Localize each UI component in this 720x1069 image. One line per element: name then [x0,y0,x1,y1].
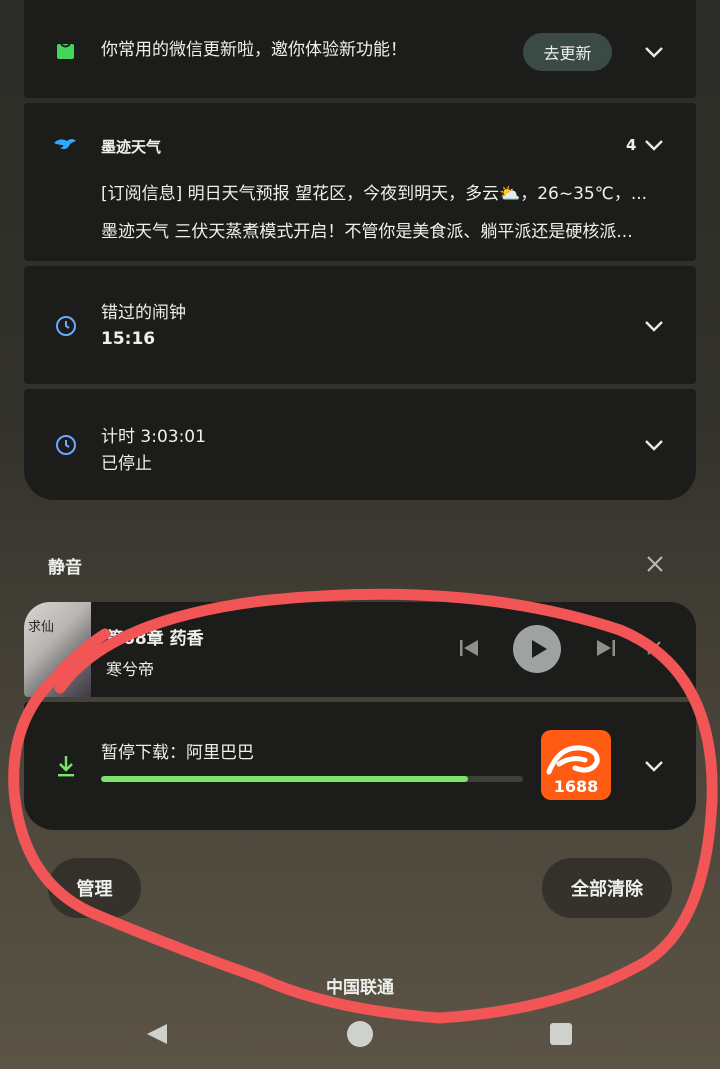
clear-all-button[interactable]: 全部清除 [542,858,672,918]
alarm-title: 错过的闹钟 [101,303,186,323]
manage-button[interactable]: 管理 [48,858,141,918]
alarm-time: 15:16 [101,329,156,349]
media-artist: 寒兮帝 [106,660,155,679]
play-icon [532,640,547,658]
recents-icon[interactable] [550,1023,572,1045]
media-title: 第68章 药香 [106,629,204,649]
previous-icon[interactable] [458,626,480,674]
next-icon[interactable] [595,626,617,674]
home-icon[interactable] [347,1021,373,1047]
notification-count: 4 [626,136,637,154]
chevron-down-icon[interactable] [642,40,666,64]
weather-message-1: [订阅信息] 明日天气预报 望花区，今夜到明天，多云⛅，26~35℃，... [101,184,648,204]
chevron-down-icon[interactable] [642,133,666,157]
timer-title: 计时 3:03:01 [101,427,206,447]
wechat-update-text: 你常用的微信更新啦，邀你体验新功能！ [101,40,407,60]
close-icon[interactable] [645,639,663,661]
download-notification[interactable]: 暂停下载：阿里巴巴 1688 [24,702,696,830]
alibaba-1688-logo: 1688 [541,730,611,800]
wechat-update-notification[interactable]: 你常用的微信更新啦，邀你体验新功能！ 去更新 [24,0,696,98]
clock-icon [55,315,77,337]
play-button[interactable] [513,625,561,673]
back-icon[interactable] [145,1022,169,1050]
weather-notification[interactable]: 墨迹天气 4 [订阅信息] 明日天气预报 望花区，今夜到明天，多云⛅，26~35… [24,103,696,261]
download-progress-fill [101,776,469,782]
carrier-label: 中国联通 [326,978,394,998]
silent-section-label: 静音 [48,558,82,578]
chevron-down-icon[interactable] [642,754,666,778]
navigation-bar [0,1014,720,1054]
download-title: 暂停下载：阿里巴巴 [101,743,254,763]
album-cover: 求仙 [24,602,91,697]
chevron-down-icon[interactable] [642,314,666,338]
cover-text: 求仙 [28,620,55,635]
clock-icon [55,434,77,456]
download-progress-bar [101,776,523,782]
download-icon [56,754,76,778]
update-button[interactable]: 去更新 [523,33,612,71]
missed-alarm-notification[interactable]: 错过的闹钟 15:16 [24,266,696,384]
weather-app-name: 墨迹天气 [101,138,162,156]
logo-text: 1688 [553,777,599,796]
weather-message-2: 墨迹天气 三伏天蒸煮模式开启！不管你是美食派、躺平派还是硬核派... [101,222,633,242]
wechat-update-icon [56,41,75,60]
weather-app-icon [52,135,78,155]
media-notification[interactable]: 求仙 第68章 药香 寒兮帝 [24,602,696,697]
close-icon[interactable] [644,553,666,575]
chevron-down-icon[interactable] [642,433,666,457]
timer-notification[interactable]: 计时 3:03:01 已停止 [24,389,696,500]
timer-status: 已停止 [101,454,152,474]
